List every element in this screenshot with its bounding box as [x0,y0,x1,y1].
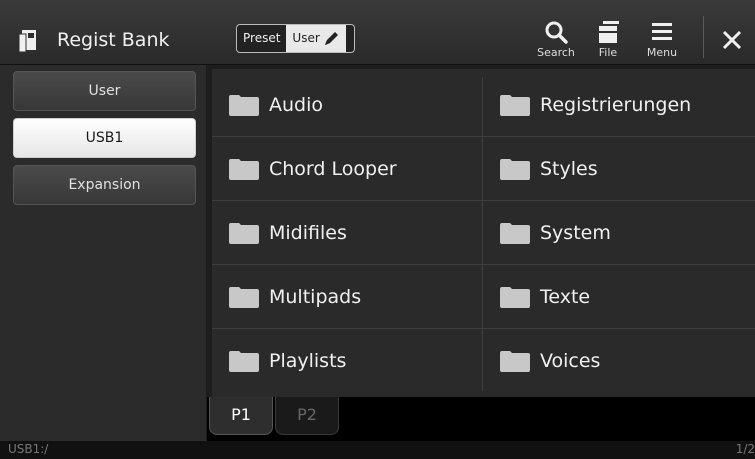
file-browser: Audio Registrierungen Chord Looper Style… [207,65,755,441]
folder-icon [500,286,530,308]
folder-name: Styles [540,157,598,180]
user-toggle-option[interactable]: User [286,25,346,52]
folder-name: Playlists [269,350,347,372]
folder-icon [229,286,259,308]
current-path: USB1:/ [8,442,49,456]
folder-icon [229,94,259,116]
folder-item[interactable]: Audio [212,73,482,137]
folder-item[interactable]: System [483,201,755,265]
menu-button[interactable]: Menu [637,12,687,62]
status-bar: USB1:/ 1/2 [0,441,755,459]
page-tabs: P1 P2 [207,397,755,441]
preset-toggle-option[interactable]: Preset [237,25,286,52]
folder-item[interactable]: Texte [483,265,755,329]
folder-name: Chord Looper [269,157,397,180]
regist-bank-icon [18,30,36,52]
page-indicator: 1/2 [735,442,755,456]
folder-icon [229,222,259,244]
close-icon [722,30,742,50]
user-toggle-label: User [292,31,320,45]
search-label: Search [537,46,575,59]
folder-item[interactable]: Registrierungen [483,73,755,137]
file-label: File [598,46,618,59]
folder-item[interactable]: Multipads [212,265,482,329]
folder-name: Audio [269,93,324,116]
sidebar-item-usb1[interactable]: USB1 [13,118,196,158]
sidebar-item-expansion[interactable]: Expansion [13,165,196,205]
folder-grid: Audio Registrierungen Chord Looper Style… [212,69,755,399]
folder-name: Multipads [269,285,362,308]
menu-label: Menu [646,46,678,59]
folder-name: System [540,221,611,244]
folder-item[interactable]: Midifiles [212,201,482,265]
sidebar-item-user[interactable]: User [13,71,196,111]
tab-p1[interactable]: P1 [209,397,273,435]
folder-name: Midifiles [269,221,347,244]
file-icon [599,21,619,43]
tab-p2[interactable]: P2 [275,397,339,435]
preset-user-toggle[interactable]: Preset User [236,24,355,53]
close-button[interactable] [712,20,752,60]
folder-icon [500,94,530,116]
folder-icon [229,351,259,372]
folder-item[interactable]: Voices [483,329,755,393]
pencil-icon [324,31,338,45]
header-bar: Regist Bank Preset User Search File Menu [0,0,755,65]
file-button[interactable]: File [583,12,633,62]
folder-icon [500,351,530,372]
folder-item[interactable]: Playlists [212,329,482,393]
menu-icon [652,23,672,40]
header-divider [703,16,704,58]
folder-name: Voices [540,350,601,372]
folder-name: Texte [540,285,591,308]
folder-item[interactable]: Chord Looper [212,137,482,201]
search-button[interactable]: Search [531,12,581,62]
page-title: Regist Bank [57,29,170,51]
search-icon [545,21,568,44]
folder-icon [229,158,259,180]
folder-icon [500,158,530,180]
folder-icon [500,222,530,244]
sidebar: User USB1 Expansion [0,65,206,441]
folder-item[interactable]: Styles [483,137,755,201]
folder-name: Registrierungen [540,93,692,116]
